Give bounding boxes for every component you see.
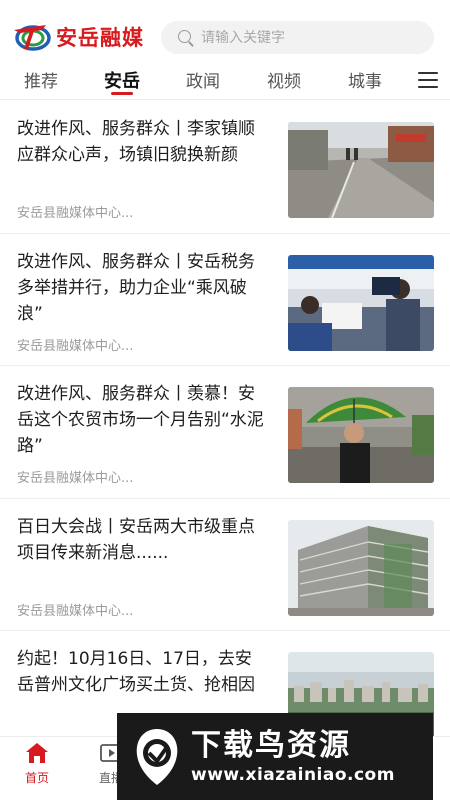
logo-icon xyxy=(14,25,51,51)
news-item[interactable]: 改进作风、服务群众丨李家镇顺应群众心声，场镇旧貌换新颜 安岳县融媒体中心... xyxy=(0,101,450,234)
tab-anyue[interactable]: 安岳 xyxy=(100,60,144,100)
search-bar[interactable] xyxy=(161,21,434,54)
news-item[interactable]: 改进作风、服务群众丨羡慕！安岳这个农贸市场一个月告别“水泥路” 安岳县融媒体中心… xyxy=(0,366,450,499)
tab-chengshi[interactable]: 城事 xyxy=(345,60,385,100)
bird-logo-icon xyxy=(136,728,178,785)
news-title: 改进作风、服务群众丨羡慕！安岳这个农贸市场一个月告别“水泥路” xyxy=(17,384,264,456)
app-logo[interactable]: 安岳融媒 xyxy=(12,20,144,54)
news-thumbnail xyxy=(288,122,434,218)
news-thumbnail xyxy=(288,387,434,483)
news-list: 改进作风、服务群众丨李家镇顺应群众心声，场镇旧貌换新颜 安岳县融媒体中心... … xyxy=(0,101,450,764)
news-source: 安岳县融媒体中心... xyxy=(17,206,134,221)
news-thumbnail xyxy=(288,519,434,616)
news-item[interactable]: 百日大会战丨安岳两大市级重点项目传来新消息...... 安岳县融媒体中心... xyxy=(0,499,450,631)
search-input[interactable] xyxy=(201,29,421,46)
news-title: 约起！10月16日、17日，去安岳普州文化广场买土货、抢相因 xyxy=(17,649,255,695)
watermark-title: 下载鸟资源 xyxy=(191,727,351,763)
news-thumbnail xyxy=(288,254,434,351)
home-icon xyxy=(26,743,48,763)
watermark-banner: 下载鸟资源 www.xiazainiao.com xyxy=(117,713,433,800)
nav-home-label: 首页 xyxy=(24,771,49,785)
news-source: 安岳县融媒体中心... xyxy=(17,603,134,619)
app-header: 安岳融媒 xyxy=(0,0,450,60)
news-title: 改进作风、服务群众丨李家镇顺应群众心声，场镇旧貌换新颜 xyxy=(17,119,255,165)
tab-shipin[interactable]: 视频 xyxy=(264,60,304,100)
news-source: 安岳县融媒体中心... xyxy=(17,471,134,486)
tab-tuijian[interactable]: 推荐 xyxy=(21,60,61,100)
category-tabs: 推荐 安岳 政闻 视频 城事 xyxy=(0,60,450,100)
logo-text: 安岳融媒 xyxy=(56,25,144,50)
news-source: 安岳县融媒体中心... xyxy=(17,338,134,354)
search-icon xyxy=(177,29,195,47)
menu-icon[interactable] xyxy=(418,72,438,88)
watermark-url: www.xiazainiao.com xyxy=(191,764,395,785)
news-title: 百日大会战丨安岳两大市级重点项目传来新消息...... xyxy=(17,516,255,563)
news-title: 改进作风、服务群众丨安岳税务多举措并行，助力企业“乘风破浪” xyxy=(17,251,255,324)
tab-zhengwen[interactable]: 政闻 xyxy=(183,60,223,100)
nav-home[interactable]: 首页 xyxy=(12,741,62,793)
news-item[interactable]: 改进作风、服务群众丨安岳税务多举措并行，助力企业“乘风破浪” 安岳县融媒体中心.… xyxy=(0,234,450,366)
